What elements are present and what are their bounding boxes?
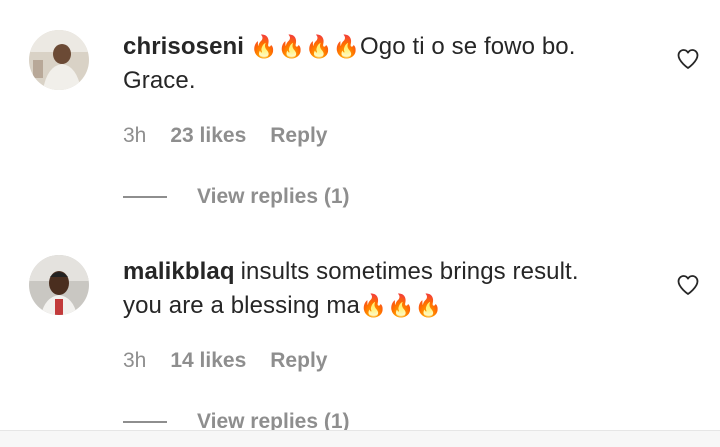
likes-count[interactable]: 23 likes: [170, 124, 246, 148]
heart-icon[interactable]: [676, 47, 700, 71]
view-replies-label: View replies (1): [197, 185, 350, 208]
comment-meta: 3h 14 likes Reply: [123, 349, 327, 373]
username[interactable]: chrisoseni: [123, 33, 244, 60]
heart-icon[interactable]: [676, 273, 700, 297]
reply-button[interactable]: Reply: [270, 124, 327, 148]
comments-panel: chrisoseni 🔥🔥🔥🔥Ogo ti o se fowo bo. Grace…: [0, 0, 720, 447]
fire-emoji-group: 🔥🔥🔥: [359, 293, 443, 318]
timestamp: 3h: [123, 124, 147, 147]
comment-meta: 3h 23 likes Reply: [123, 124, 327, 148]
comment-text: chrisoseni 🔥🔥🔥🔥Ogo ti o se fowo bo. Grace…: [123, 30, 643, 98]
comment-body-line2: Grace.: [123, 67, 196, 94]
divider-line: [123, 196, 167, 198]
comment-body-line2: you are a blessing ma: [123, 292, 360, 319]
timestamp: 3h: [123, 349, 147, 372]
comment-text: malikblaq insults sometimes brings result…: [123, 255, 643, 323]
likes-count[interactable]: 14 likes: [170, 349, 246, 373]
reply-button[interactable]: Reply: [270, 349, 327, 373]
divider-line: [123, 421, 167, 423]
comment-body: Ogo ti o se fowo bo.: [360, 33, 576, 60]
username[interactable]: malikblaq: [123, 258, 235, 285]
avatar-photo: [29, 30, 89, 90]
avatar-photo: [29, 255, 89, 315]
view-replies-button[interactable]: View replies (1): [123, 185, 350, 209]
comment-body: insults sometimes brings result.: [240, 258, 579, 285]
bottom-bar: [0, 430, 720, 447]
avatar[interactable]: [29, 30, 89, 90]
avatar[interactable]: [29, 255, 89, 315]
fire-emoji-group: 🔥🔥🔥🔥: [250, 34, 361, 59]
